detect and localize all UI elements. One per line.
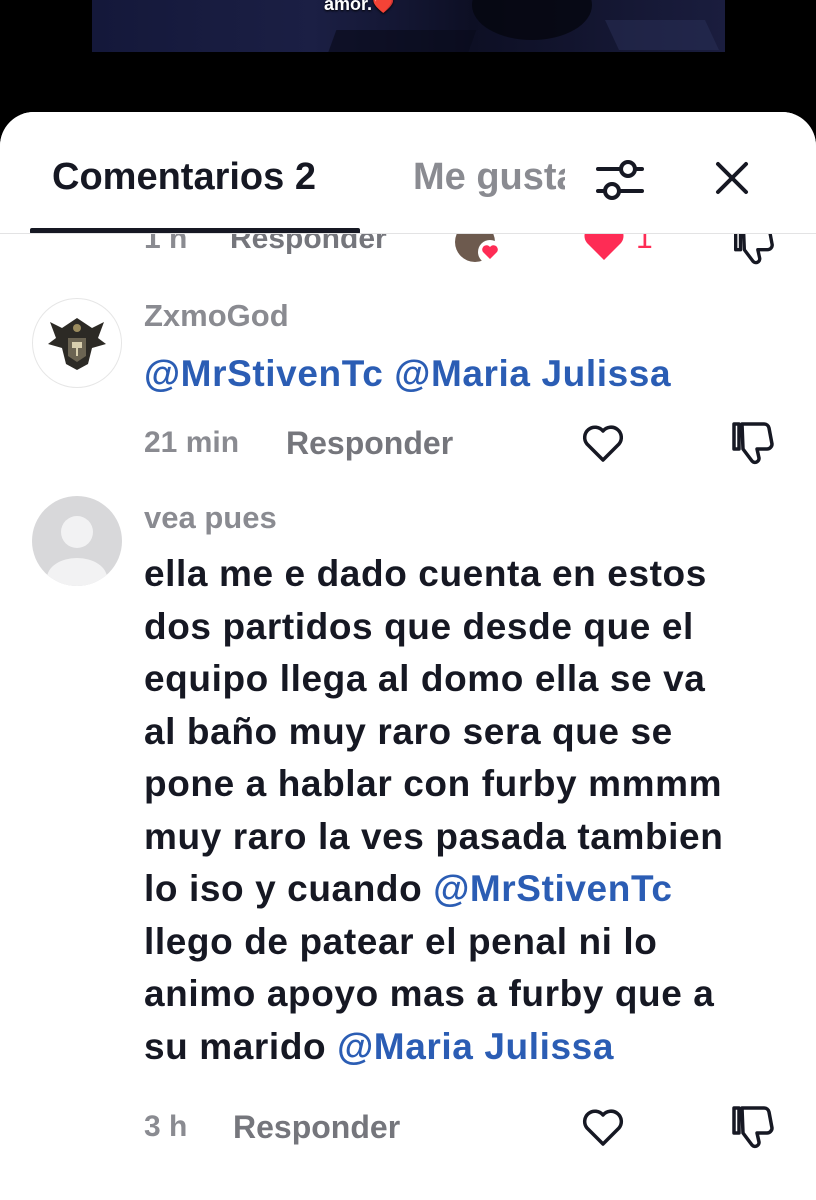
dislike-icon[interactable] bbox=[726, 1100, 778, 1152]
tab-comments[interactable]: Comentarios 2 bbox=[52, 156, 316, 199]
mention-link[interactable]: @MrStivenTc bbox=[433, 868, 672, 909]
heart-outline-icon[interactable] bbox=[578, 1102, 628, 1152]
mention-link[interactable]: @Maria Julissa bbox=[337, 1026, 614, 1067]
reply-button[interactable]: Responder bbox=[286, 425, 453, 462]
tab-likes[interactable]: Me gusta bbox=[413, 156, 565, 199]
avatar[interactable] bbox=[32, 298, 122, 388]
comment-text: @MrStivenTc @Maria Julissa bbox=[144, 348, 784, 401]
heart-filled-icon[interactable] bbox=[580, 234, 628, 266]
heart-outline-icon[interactable] bbox=[578, 418, 628, 468]
dislike-icon[interactable] bbox=[726, 416, 778, 468]
reply-button[interactable]: Responder bbox=[233, 1109, 400, 1146]
like-count: 1 bbox=[636, 234, 653, 255]
comment-username[interactable]: vea pues bbox=[144, 500, 277, 536]
default-avatar-icon bbox=[47, 516, 107, 586]
comment-text: ella me e dado cuenta en estos dos parti… bbox=[144, 553, 724, 1067]
tab-bar: Comentarios 2 Me gusta bbox=[0, 112, 816, 234]
reply-button[interactable]: Responder bbox=[230, 234, 387, 256]
video-caption: amor.❤️ bbox=[324, 0, 395, 14]
close-button[interactable] bbox=[704, 150, 760, 206]
tab-divider bbox=[0, 233, 816, 234]
comment-time: 1 h bbox=[144, 234, 188, 255]
comments-sheet: Comentarios 2 Me gusta 1 h Responder 1 Z… bbox=[0, 112, 816, 1200]
close-icon bbox=[716, 162, 748, 194]
comment-username[interactable]: ZxmoGod bbox=[144, 298, 289, 334]
mention-link[interactable]: @Maria Julissa bbox=[394, 353, 671, 394]
heart-badge-icon bbox=[478, 240, 502, 264]
dislike-icon[interactable] bbox=[728, 234, 778, 268]
video-preview[interactable]: amor.❤️ bbox=[92, 0, 725, 52]
mention-link[interactable]: @MrStivenTc bbox=[144, 353, 383, 394]
comment-time: 21 min bbox=[144, 426, 240, 459]
previous-comment-actions: 1 h Responder 1 bbox=[0, 234, 816, 270]
filter-button[interactable] bbox=[588, 148, 652, 212]
avatar[interactable] bbox=[32, 496, 122, 586]
comment-time: 3 h bbox=[144, 1110, 188, 1143]
eagle-logo-icon bbox=[48, 318, 106, 370]
sliders-icon bbox=[596, 160, 644, 200]
